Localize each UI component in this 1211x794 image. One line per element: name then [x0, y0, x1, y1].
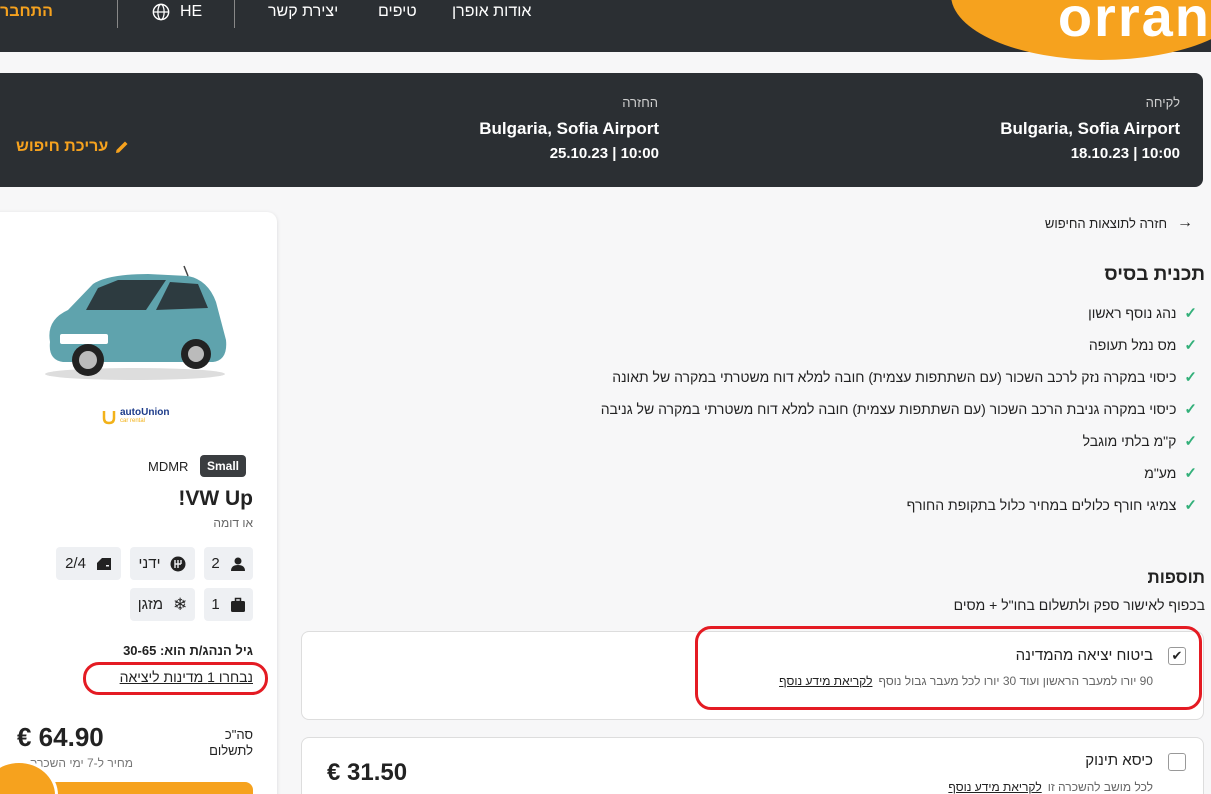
car-similar: או דומה [213, 516, 253, 530]
supplier-subtitle: car rental [120, 418, 146, 424]
countries-selected-link[interactable]: נבחרו 1 מדינות ליציאה [120, 669, 253, 685]
addon-price: € 31.50 [327, 759, 408, 786]
edit-search-button[interactable]: עריכת חיפוש [16, 138, 130, 156]
arrow-right-icon: → [1177, 214, 1193, 231]
feature-label: צמיגי חורף כלולים במחיר כלול בתקופת החור… [906, 497, 1177, 513]
checkmark-icon: ✔ [1171, 648, 1183, 664]
return-label: החזרה [622, 95, 658, 110]
check-icon: ✓ [1184, 497, 1197, 514]
total-label-pay: לתשלום [209, 743, 253, 758]
ac-value: מזגן [137, 596, 163, 613]
nav-contact[interactable]: יצירת קשר [268, 3, 338, 21]
category-badge: Small [200, 455, 247, 477]
bags-value: 1 [211, 596, 220, 613]
passengers-chip: 2 [204, 547, 253, 580]
feature-label: ק"מ בלתי מוגבל [1082, 433, 1177, 449]
feature-label: נהג נוסף ראשון [1088, 305, 1177, 321]
car-name: VW Up! [178, 487, 253, 510]
feature-item: ✓ ק"מ בלתי מוגבל [1083, 432, 1197, 450]
check-icon: ✓ [1184, 337, 1197, 354]
addon-description: 90 יורו למעבר הראשון ועוד 30 יורו לכל מע… [878, 674, 1153, 688]
plan-title: תכנית בסיס [1104, 264, 1205, 285]
addon-checkbox-exit-insurance[interactable]: ✔ [1168, 647, 1186, 665]
addons-subtitle: בכפוף לאישור ספק ולתשלום בחו"ל + מסים [953, 597, 1205, 613]
language-label: HE [180, 3, 203, 20]
transmission-value: ידני [138, 555, 161, 572]
check-icon: ✓ [1184, 305, 1197, 322]
addons-title: תוספות [1147, 568, 1205, 587]
pickup-location: Bulgaria, Sofia Airport [1000, 119, 1180, 138]
feature-label: כיסוי במקרה נזק לרכב השכור (עם השתתפות ע… [612, 369, 1177, 385]
back-link-label: חזרה לתוצאות החיפוש [1044, 215, 1167, 231]
total-label: סה"כ [224, 727, 253, 742]
addon-title: כיסא תינוק [1085, 752, 1153, 769]
addon-description-row: לכל מושב להשכרה זו לקריאת מידע נוסף [948, 780, 1153, 794]
feature-label: מס נמל תעופה [1088, 337, 1177, 353]
addon-title: ביטוח יציאה מהמדינה [1015, 647, 1153, 664]
addon-description-row: 90 יורו למעבר הראשון ועוד 30 יורו לכל מע… [779, 674, 1153, 688]
bags-chip: 1 [204, 588, 253, 621]
return-location: Bulgaria, Sofia Airport [479, 119, 659, 138]
driver-age: גיל הנהג/ת הוא: 30-65 [123, 643, 253, 658]
supplier-logo: autoUnion car rental [102, 408, 169, 426]
check-icon: ✓ [1184, 465, 1197, 482]
language-selector[interactable]: HE [152, 3, 202, 21]
doors-chip: 2/4 [56, 547, 121, 580]
nav-divider [117, 0, 118, 28]
check-icon: ✓ [1184, 433, 1197, 450]
pencil-icon [116, 141, 128, 153]
feature-item: ✓ מע"מ [1144, 464, 1197, 482]
total-price: € 64.90 [17, 722, 104, 752]
top-nav: התחבר HE יצירת קשר טיפים אודות אופרן orr… [0, 0, 1211, 60]
addon-more-info-link[interactable]: לקריאת מידע נוסף [948, 780, 1041, 794]
snowflake-icon: ❄ [173, 594, 188, 614]
autounion-logo-icon [102, 411, 116, 425]
supplier-name: autoUnion [120, 407, 170, 418]
addon-checkbox-baby-seat[interactable] [1168, 753, 1186, 771]
check-icon: ✓ [1184, 401, 1197, 418]
nav-about[interactable]: אודות אופרן [452, 3, 531, 21]
globe-icon [152, 3, 170, 21]
login-link[interactable]: התחבר [0, 3, 53, 21]
edit-search-label: עריכת חיפוש [16, 138, 109, 155]
car-image [45, 265, 227, 380]
addon-description: לכל מושב להשכרה זו [1047, 780, 1153, 794]
gearshift-icon [170, 556, 186, 571]
ac-chip: ❄ מזגן [130, 588, 195, 621]
transmission-chip: ידני [130, 547, 195, 580]
feature-item: ✓ צמיגי חורף כלולים במחיר כלול בתקופת החו… [907, 496, 1197, 514]
nav-divider [234, 0, 235, 28]
highlight-oval [695, 626, 1202, 710]
check-icon: ✓ [1184, 369, 1197, 386]
pickup-datetime: 18.10.23 | 10:00 [1070, 145, 1180, 162]
person-icon [230, 557, 245, 571]
return-datetime: 25.10.23 | 10:00 [549, 145, 659, 162]
door-icon [96, 557, 111, 570]
feature-item: ✓ כיסוי במקרה נזק לרכב השכור (עם השתתפות … [612, 368, 1197, 386]
price-note: מחיר ל-7 ימי השכרה [29, 756, 133, 770]
logo[interactable]: orran [1058, 0, 1211, 49]
car-code: MDMR [148, 459, 189, 474]
back-to-results-link[interactable]: → חזרה לתוצאות החיפוש [1045, 214, 1193, 232]
feature-label: כיסוי במקרה גניבת הרכב השכור (עם השתתפות… [600, 401, 1177, 417]
pickup-label: לקיחה [1145, 95, 1180, 110]
nav-tips[interactable]: טיפים [378, 3, 417, 21]
suitcase-icon [230, 597, 245, 612]
addon-more-info-link[interactable]: לקריאת מידע נוסף [779, 674, 872, 688]
doors-value: 2/4 [65, 555, 86, 572]
feature-item: ✓ כיסוי במקרה גניבת הרכב השכור (עם השתתפו… [601, 400, 1197, 418]
passengers-value: 2 [211, 555, 220, 572]
feature-item: ✓ נהג נוסף ראשון [1088, 304, 1197, 322]
feature-item: ✓ מס נמל תעופה [1089, 336, 1197, 354]
feature-label: מע"מ [1144, 465, 1177, 481]
